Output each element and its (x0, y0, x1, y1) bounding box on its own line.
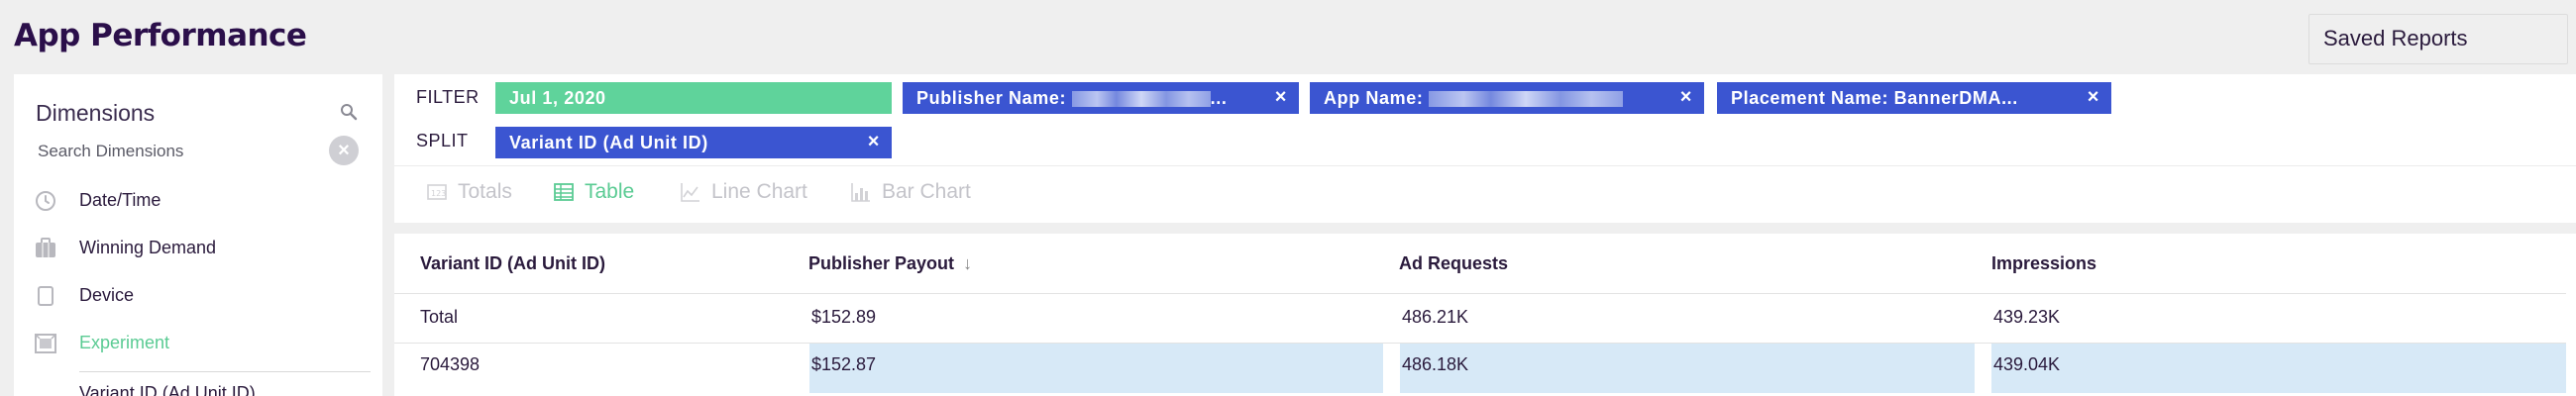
filter-chip-app-name[interactable]: App Name: × (1310, 82, 1704, 114)
sidebar-item-label: Winning Demand (79, 238, 217, 257)
filter-panel: FILTER SPLIT Jul 1, 2020 Publisher Name:… (394, 74, 2576, 223)
sidebar-item-label: Experiment (79, 333, 170, 352)
table-cell: 439.04K (1993, 354, 2061, 374)
clear-search-icon[interactable]: × (329, 136, 359, 165)
filter-chip-publisher-name[interactable]: Publisher Name: ... × (903, 82, 1299, 114)
device-icon (38, 286, 54, 306)
remove-filter-icon[interactable]: × (1275, 86, 1287, 109)
search-dimensions-input[interactable]: Search Dimensions (38, 142, 183, 161)
data-table: Variant ID (Ad Unit ID) Publisher Payout… (394, 234, 2576, 396)
line-chart-label: Line Chart (711, 180, 807, 203)
filter-chip-text: App Name: (1324, 88, 1430, 108)
search-icon[interactable] (337, 100, 361, 124)
bar-chart-icon (851, 183, 870, 202)
sidebar-item-experiment[interactable]: Experiment (34, 328, 371, 361)
sidebar-item-winning-demand[interactable]: Winning Demand (34, 233, 371, 266)
sidebar-item-device[interactable]: Device (34, 280, 371, 314)
totals-icon: 123 (427, 184, 447, 200)
filter-chip-suffix: ... (1210, 88, 1228, 108)
totals-label: Totals (458, 180, 512, 203)
table-cell: 439.23K (1993, 307, 2061, 327)
split-label: SPLIT (416, 131, 469, 150)
split-chip-variant-id[interactable]: Variant ID (Ad Unit ID) × (495, 127, 892, 158)
filter-chip-date[interactable]: Jul 1, 2020 (495, 82, 892, 114)
remove-split-icon[interactable]: × (868, 131, 880, 153)
filter-chip-text: Publisher Name: (916, 88, 1072, 108)
filter-chip-text: Placement Name: BannerDMA... (1731, 88, 2018, 108)
cell-highlight (1991, 344, 2566, 393)
cell-highlight (809, 344, 1383, 393)
table-cell: $152.89 (811, 307, 877, 327)
table-cell: 704398 (420, 354, 481, 374)
visualization-toolbar: 123 Totals Table Line Chart Bar Chart (394, 165, 2576, 215)
page-title: App Performance (14, 18, 307, 53)
filter-chip-text: Jul 1, 2020 (509, 88, 606, 108)
redacted-value (1429, 91, 1624, 108)
table-cell: Total (420, 307, 459, 327)
dimensions-title: Dimensions (36, 100, 156, 126)
sidebar-item-label: Device (79, 285, 135, 305)
sidebar-subitem-variant-id[interactable]: Variant ID (Ad Unit ID) (79, 383, 256, 396)
svg-text:123: 123 (431, 189, 446, 198)
experiment-icon (35, 334, 56, 353)
filter-chip-placement-name[interactable]: Placement Name: BannerDMA... × (1717, 82, 2111, 114)
column-header-impressions[interactable]: Impressions (1991, 253, 2096, 274)
column-header-ad-requests[interactable]: Ad Requests (1399, 253, 1508, 274)
sidebar-item-label: Date/Time (79, 190, 161, 210)
saved-reports-dropdown[interactable]: Saved Reports (2308, 14, 2568, 64)
table-cell: 486.18K (1402, 354, 1469, 374)
column-header-variant-id[interactable]: Variant ID (Ad Unit ID) (420, 253, 605, 274)
remove-filter-icon[interactable]: × (1680, 86, 1692, 109)
table-label: Table (585, 180, 635, 203)
redacted-value (1071, 91, 1211, 108)
sidebar-item-date-time[interactable]: Date/Time (34, 185, 371, 219)
sort-descending-icon: ↓ (963, 253, 973, 273)
split-chip-text: Variant ID (Ad Unit ID) (509, 133, 708, 152)
bar-chart-label: Bar Chart (882, 180, 971, 203)
table-cell: 486.21K (1402, 307, 1469, 327)
sidebar-divider (79, 371, 371, 372)
briefcase-icon (36, 238, 55, 257)
table-icon (554, 183, 574, 201)
clock-icon (36, 191, 55, 211)
column-header-publisher-payout[interactable]: Publisher Payout ↓ (808, 253, 972, 274)
filter-label: FILTER (416, 87, 480, 107)
cell-highlight (1400, 344, 1975, 393)
table-cell: $152.87 (811, 354, 877, 374)
column-header-label: Publisher Payout (808, 253, 955, 273)
line-chart-icon (681, 183, 699, 202)
dimensions-sidebar: Dimensions Search Dimensions × Date/Time… (14, 74, 382, 396)
remove-filter-icon[interactable]: × (2088, 86, 2099, 109)
header-divider (394, 293, 2566, 294)
